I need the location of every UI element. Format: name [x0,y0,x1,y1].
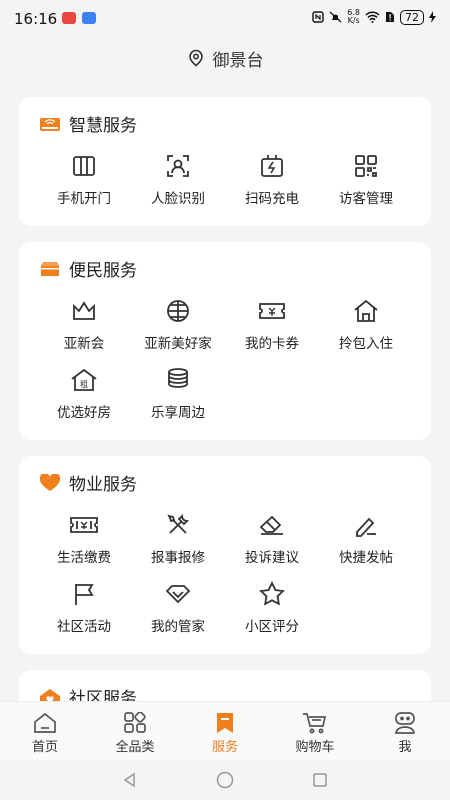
charging-icon [429,11,436,23]
system-navigation-bar [0,760,450,800]
home-icon [34,712,56,733]
service-list[interactable]: 智慧服务 手机开门 人脸识别 扫码充电 访客管理 便民服务 亚新会 亚新美好家 … [0,80,450,701]
service-move-in[interactable]: 拎包入住 [319,296,413,365]
bookmark-icon [217,713,233,733]
notification-app-icon [62,12,76,24]
service-repair-report[interactable]: 报事报修 [131,510,225,579]
tab-cart[interactable]: 购物车 [270,702,360,760]
wifi-icon [365,11,380,23]
service-complaints[interactable]: 投诉建议 [225,510,319,579]
section-property-services: 物业服务 生活缴费 报事报修 投诉建议 快捷发帖 社区活动 我的管家 小区评分 [19,456,431,654]
service-my-butler[interactable]: 我的管家 [131,579,225,648]
service-bill-payment[interactable]: 生活缴费 [37,510,131,579]
star-icon [259,581,285,606]
service-community-rating[interactable]: 小区评分 [225,579,319,648]
flag-icon [75,584,94,605]
location-name: 御景台 [212,50,264,71]
sim-alert-icon [386,12,394,22]
charge-icon [261,155,283,177]
edit-icon [356,517,376,537]
back-icon[interactable] [122,772,138,788]
bottom-tab-bar: 首页 全品类 服务 购物车 我 [0,701,450,760]
ticket-icon [70,517,98,533]
location-pin-icon [188,49,203,67]
svg-text:租: 租 [80,380,88,389]
section-title: 智慧服务 [69,116,137,136]
profile-icon [395,712,415,734]
cart-icon [303,713,327,734]
section-title: 便民服务 [69,261,137,281]
home-circle-icon[interactable] [216,771,234,789]
toolbox-icon [41,261,59,276]
status-time: 16:16 [14,10,58,28]
tools-icon [167,513,190,534]
notification-app-icon [82,12,96,24]
battery-level: 72 [400,9,424,25]
mute-icon [329,11,342,23]
service-scan-charge[interactable]: 扫码充电 [225,151,319,220]
section-title: 社区服务 [69,689,137,701]
qrcode-icon [355,155,377,177]
section-smart-services: 智慧服务 手机开门 人脸识别 扫码充电 访客管理 [19,97,431,226]
service-quick-post[interactable]: 快捷发帖 [319,510,413,579]
location-selector[interactable]: 御景台 [187,46,264,71]
service-open-door[interactable]: 手机开门 [37,151,131,220]
tab-categories[interactable]: 全品类 [90,702,180,760]
service-selected-houses[interactable]: 租 优选好房 [37,365,131,434]
butler-icon [165,585,191,604]
service-visitor-management[interactable]: 访客管理 [319,151,413,220]
tab-profile[interactable]: 我 [360,702,450,760]
rent-house-icon: 租 [71,368,97,391]
header: 御景台 [0,36,450,80]
recents-icon[interactable] [312,772,328,788]
globe-icon [167,300,189,322]
service-face-recognition[interactable]: 人脸识别 [131,151,225,220]
door-icon [73,156,95,176]
heart-icon [39,473,61,491]
service-community-events[interactable]: 社区活动 [37,579,131,648]
tab-home[interactable]: 首页 [0,702,90,760]
community-icon [40,688,60,701]
service-yaxin-home[interactable]: 亚新美好家 [131,296,225,365]
service-my-coupons[interactable]: 我的卡券 [225,296,319,365]
network-speed: 6.8 K/s [347,8,360,25]
coupon-icon [259,303,285,319]
house-icon [354,299,378,322]
tab-services[interactable]: 服务 [180,702,270,760]
status-bar: 16:16 6.8 K/s 72 [0,0,450,36]
face-scan-icon [167,155,189,177]
router-icon [40,117,60,131]
service-yaxin-club[interactable]: 亚新会 [37,296,131,365]
crown-icon [73,301,95,320]
service-nearby[interactable]: 乐享周边 [131,365,225,434]
section-convenience-services: 便民服务 亚新会 亚新美好家 我的卡券 拎包入住 租 优选好房 乐享周边 [19,242,431,440]
section-community-services: 社区服务 [19,670,431,701]
section-title: 物业服务 [69,475,137,495]
eraser-icon [259,515,283,535]
category-icon [124,712,146,733]
nfc-icon [312,11,324,23]
stack-icon [168,368,188,388]
